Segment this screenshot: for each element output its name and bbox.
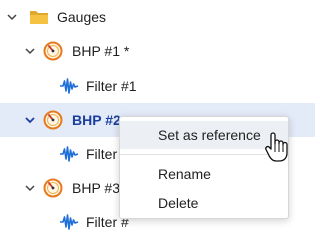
chevron-down-icon[interactable] bbox=[22, 43, 38, 59]
menu-item-delete[interactable]: Delete bbox=[120, 189, 288, 217]
tree-label: Gauges bbox=[57, 9, 107, 25]
menu-separator bbox=[120, 154, 288, 155]
chevron-down-icon[interactable] bbox=[22, 180, 38, 196]
tree-label: BHP #2 bbox=[72, 112, 121, 128]
waveform-icon bbox=[59, 76, 79, 96]
waveform-icon bbox=[59, 144, 79, 164]
gauge-icon bbox=[43, 110, 63, 130]
menu-item-label: Set as reference bbox=[158, 127, 261, 143]
gauge-icon bbox=[43, 41, 63, 61]
chevron-down-icon[interactable] bbox=[22, 112, 38, 128]
gauge-icon bbox=[43, 178, 63, 198]
tree-row-gauges[interactable]: Gauges bbox=[0, 0, 315, 34]
tree-label: Filter #1 bbox=[86, 78, 137, 94]
menu-item-label: Rename bbox=[158, 166, 211, 182]
chevron-down-icon[interactable] bbox=[4, 9, 20, 25]
menu-item-set-as-reference[interactable]: Set as reference bbox=[120, 121, 288, 149]
tree-label: BHP #3 bbox=[72, 180, 120, 196]
tree-row-filter[interactable]: Filter #1 bbox=[0, 69, 315, 103]
tree-label: BHP #1 * bbox=[72, 43, 130, 59]
menu-item-label: Delete bbox=[158, 195, 199, 211]
tree-row-bhp-1[interactable]: BHP #1 * bbox=[0, 34, 315, 68]
menu-item-rename[interactable]: Rename bbox=[120, 160, 288, 188]
hand-cursor-icon bbox=[265, 132, 288, 162]
folder-icon bbox=[29, 7, 49, 27]
waveform-icon bbox=[59, 212, 79, 232]
